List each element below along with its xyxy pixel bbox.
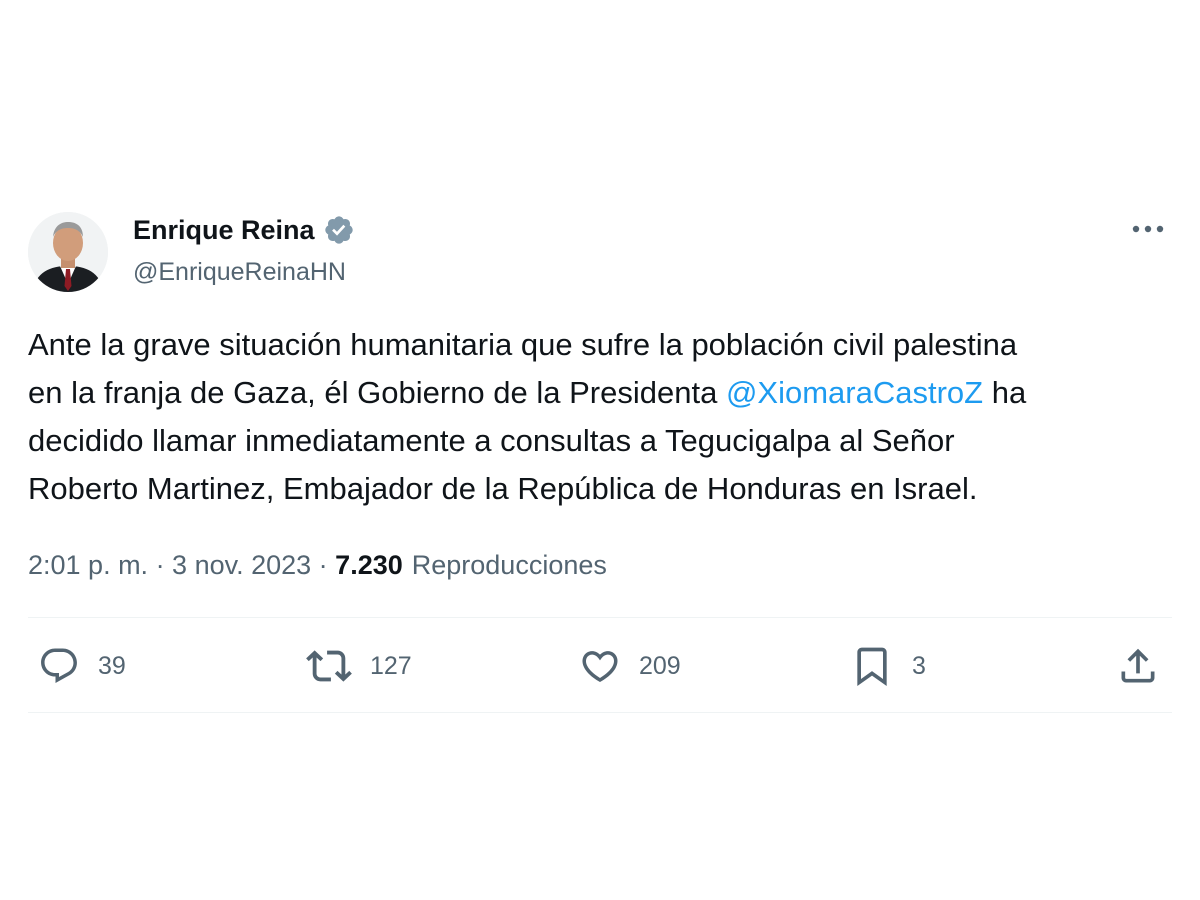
views-label: Reproducciones [411,550,607,580]
reply-bubble-icon [41,648,77,683]
bookmark-icon [857,647,887,687]
tweet-text: Ante la grave situación humanitaria que … [28,321,1172,513]
retweet-button[interactable]: 127 [306,641,412,691]
like-button[interactable]: 209 [579,641,681,691]
retweet-count: 127 [370,651,412,680]
like-count: 209 [639,651,681,680]
tweet-header: Enrique Reina @EnriqueReinaHN [28,205,1172,295]
verified-badge-icon [323,214,355,246]
author-display-name[interactable]: Enrique Reina [133,214,315,246]
author-handle[interactable]: @EnriqueReinaHN [133,256,346,288]
more-horizontal-icon [1132,225,1164,233]
share-upload-icon [1121,648,1155,683]
heart-icon [582,651,618,683]
share-button[interactable] [1116,641,1160,691]
divider-bottom [28,712,1172,713]
bookmark-button[interactable]: 3 [850,641,926,691]
divider-top [28,617,1172,618]
author-name-row: Enrique Reina [133,214,355,246]
mention-link[interactable]: @XiomaraCastroZ [726,375,983,410]
avatar[interactable] [28,212,108,292]
reply-count: 39 [98,651,126,680]
tweet-meta: 2:01 p. m. · 3 nov. 2023 · 7.230 Reprodu… [28,545,607,585]
more-options-button[interactable] [1128,215,1168,243]
reply-button[interactable]: 39 [38,641,126,691]
tweet-timestamp[interactable]: 2:01 p. m. · 3 nov. 2023 · [28,545,335,585]
tweet-actions-bar: 39 127 209 3 [28,641,1172,691]
bookmark-count: 3 [912,651,926,680]
retweet-arrows-icon [306,650,352,682]
views-count: 7.230 [335,550,403,580]
tweet-card: Enrique Reina @EnriqueReinaHN Ante la gr… [28,205,1172,713]
